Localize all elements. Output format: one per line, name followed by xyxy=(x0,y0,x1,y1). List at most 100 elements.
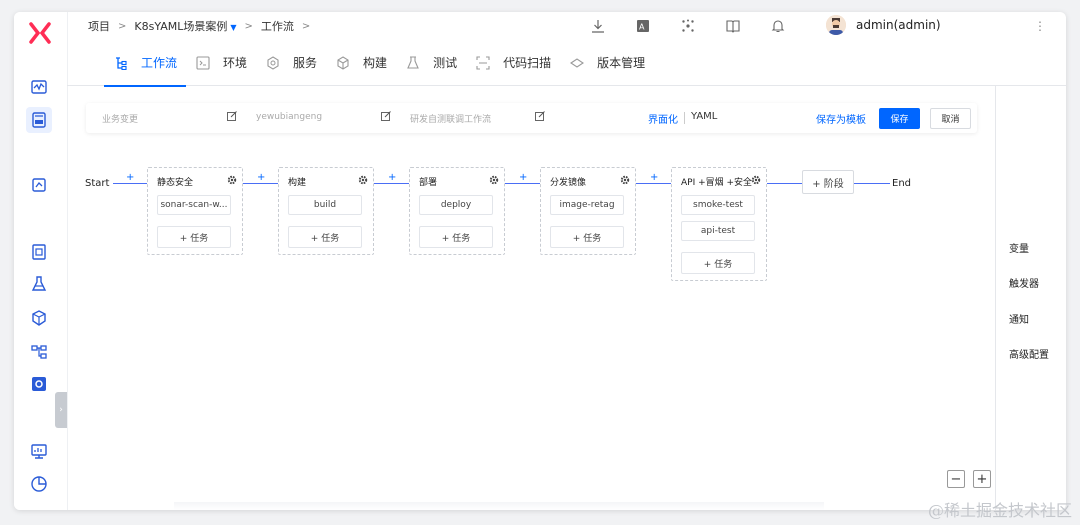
monitor-icon[interactable] xyxy=(28,440,50,462)
app-window: › 项目 > K8sYAML场景案例 ▼ > 工作流 > A admin(admi… xyxy=(14,12,1066,510)
pie-chart-icon[interactable] xyxy=(28,473,50,495)
stage-card[interactable]: 部署 deploy + 任务 xyxy=(409,167,505,255)
insert-stage-plus[interactable]: + xyxy=(257,172,265,183)
job-item[interactable]: smoke-test xyxy=(681,195,755,215)
breadcrumb-workflow[interactable]: 工作流 xyxy=(261,18,294,34)
tab-label: 测试 xyxy=(433,56,458,70)
canvas-scrollbar[interactable] xyxy=(174,502,824,510)
top-toolbar: A xyxy=(589,17,814,35)
stage-title: 静态安全 xyxy=(157,178,194,188)
environment-icon xyxy=(196,55,210,70)
caret-down-icon[interactable]: ▼ xyxy=(230,23,236,32)
save-as-template-link[interactable]: 保存为模板 xyxy=(816,111,866,126)
add-task-button[interactable]: + 任务 xyxy=(288,226,362,248)
add-stage-button[interactable]: + 阶段 xyxy=(802,170,854,194)
tab-code-scan[interactable]: 代码扫描 xyxy=(466,40,560,86)
save-button[interactable]: 保存 xyxy=(879,108,920,129)
add-task-button[interactable]: + 任务 xyxy=(550,226,624,248)
gear-icon[interactable] xyxy=(227,175,237,185)
logo-icon[interactable] xyxy=(27,20,53,46)
stage-card[interactable]: 静态安全 sonar-scan-w... + 任务 xyxy=(147,167,243,255)
gear-icon[interactable] xyxy=(751,175,761,185)
tab-version[interactable]: 版本管理 xyxy=(560,40,654,86)
tab-bar: 工作流 环境 服务 构建 测试 代码扫描 版本管理 xyxy=(67,40,1066,87)
edit-icon[interactable] xyxy=(535,111,545,121)
breadcrumb-separator: > xyxy=(301,20,311,32)
gear-icon[interactable] xyxy=(358,175,368,185)
tab-label: 环境 xyxy=(223,56,248,70)
workflow-icon xyxy=(114,56,128,70)
zoom-in-button[interactable]: + xyxy=(973,470,991,488)
sidebar-collapse-toggle[interactable]: › xyxy=(55,392,67,428)
tab-environment[interactable]: 环境 xyxy=(186,40,256,86)
settings-icon[interactable] xyxy=(28,373,50,395)
stage-title: API +冒烟 +安全 xyxy=(681,178,753,188)
insert-stage-plus[interactable]: + xyxy=(650,172,658,183)
plugin-icon[interactable] xyxy=(679,17,697,35)
connector-line xyxy=(854,183,890,184)
job-item[interactable]: api-test xyxy=(681,221,755,241)
breadcrumb-case[interactable]: K8sYAML场景案例 ▼ xyxy=(134,18,236,34)
stage-card[interactable]: 分发镜像 image-retag + 任务 xyxy=(540,167,636,255)
gear-icon[interactable] xyxy=(489,175,499,185)
stage-card[interactable]: 构建 build + 任务 xyxy=(278,167,374,255)
job-item[interactable]: build xyxy=(288,195,362,215)
workflow-display-name-field[interactable]: 业务变更 xyxy=(102,112,138,125)
sidebar: › xyxy=(14,12,68,510)
tab-label: 代码扫描 xyxy=(503,56,552,70)
mode-divider xyxy=(684,112,685,124)
username[interactable]: admin(admin) xyxy=(856,18,941,32)
add-task-button[interactable]: + 任务 xyxy=(157,226,231,248)
bell-icon[interactable] xyxy=(769,17,787,35)
release-icon[interactable] xyxy=(28,174,50,196)
gear-icon[interactable] xyxy=(620,175,630,185)
edit-icon[interactable] xyxy=(381,111,391,121)
side-config-panel: 变量 触发器 通知 高级配置 xyxy=(995,86,1066,510)
projects-icon[interactable] xyxy=(26,107,52,133)
stage-card[interactable]: API +冒烟 +安全 smoke-test api-test + 任务 xyxy=(671,167,767,281)
package-icon[interactable] xyxy=(28,307,50,329)
job-item[interactable]: image-retag xyxy=(550,195,624,215)
insert-stage-plus[interactable]: + xyxy=(126,172,134,183)
tab-service[interactable]: 服务 xyxy=(256,40,326,86)
tab-test[interactable]: 测试 xyxy=(396,40,466,86)
workflow-info-bar: 业务变更 yewubiangeng 研发自测联调工作流 界面化 YAML 保存为… xyxy=(86,103,977,133)
job-item[interactable]: sonar-scan-w... xyxy=(157,195,231,215)
zoom-out-button[interactable]: − xyxy=(947,470,965,488)
insert-stage-plus[interactable]: + xyxy=(519,172,527,183)
connector-line xyxy=(504,183,540,184)
breadcrumb-separator: > xyxy=(244,20,253,32)
breadcrumb-project[interactable]: 项目 xyxy=(88,18,110,34)
breadcrumb-separator: > xyxy=(118,20,127,32)
more-icon[interactable]: ⋮ xyxy=(1034,19,1046,33)
dashboard-icon[interactable] xyxy=(28,76,50,98)
add-task-button[interactable]: + 任务 xyxy=(419,226,493,248)
topology-icon[interactable] xyxy=(28,341,50,363)
triggers-link[interactable]: 触发器 xyxy=(1009,275,1039,290)
advanced-config-link[interactable]: 高级配置 xyxy=(1009,346,1049,361)
ui-mode-toggle[interactable]: 界面化 xyxy=(648,111,678,126)
variables-link[interactable]: 变量 xyxy=(1009,240,1029,255)
translate-icon[interactable]: A xyxy=(634,17,652,35)
tab-build[interactable]: 构建 xyxy=(326,40,396,86)
template-icon[interactable] xyxy=(28,241,50,263)
notifications-link[interactable]: 通知 xyxy=(1009,311,1029,326)
download-icon[interactable] xyxy=(589,17,607,35)
tab-workflow[interactable]: 工作流 xyxy=(104,40,187,87)
insert-stage-plus[interactable]: + xyxy=(388,172,396,183)
docs-icon[interactable] xyxy=(724,17,742,35)
add-task-button[interactable]: + 任务 xyxy=(681,252,755,274)
job-item[interactable]: deploy xyxy=(419,195,493,215)
yaml-mode-toggle[interactable]: YAML xyxy=(691,111,717,122)
version-icon xyxy=(570,56,585,70)
workflow-key-field[interactable]: yewubiangeng xyxy=(256,112,322,122)
user-menu[interactable]: admin(admin) xyxy=(826,15,941,35)
workflow-description-field[interactable]: 研发自测联调工作流 xyxy=(410,112,491,125)
avatar[interactable] xyxy=(826,15,846,35)
connector-line xyxy=(113,183,147,184)
edit-icon[interactable] xyxy=(227,111,237,121)
cancel-button[interactable]: 取消 xyxy=(930,108,971,129)
flask-icon[interactable] xyxy=(28,273,50,295)
tab-label: 版本管理 xyxy=(597,56,646,70)
connector-line xyxy=(635,183,671,184)
